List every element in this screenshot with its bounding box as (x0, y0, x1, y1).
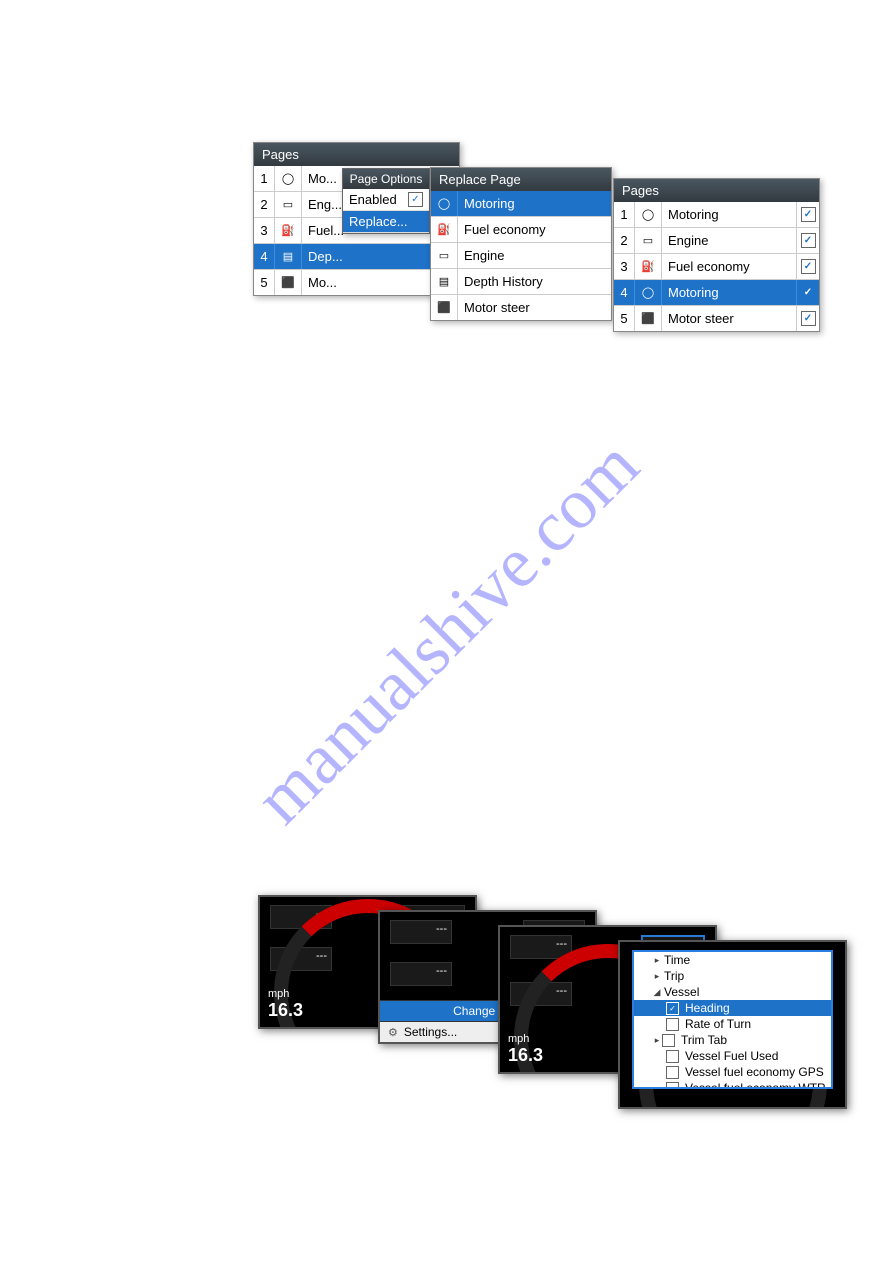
tree-node-trim-tab[interactable]: ▸ Trim Tab (634, 1032, 831, 1048)
row-label: Fuel economy (458, 222, 611, 237)
row-number: 3 (254, 218, 275, 243)
speed-readout: mph 16.3 (508, 1033, 543, 1066)
replace-row-motor-steer[interactable]: ⬛ Motor steer (431, 295, 611, 320)
row-label: Fuel economy (662, 259, 796, 274)
row-number: 1 (254, 166, 275, 191)
tree-leaf-vessel-fuel-economy-gps[interactable]: Vessel fuel economy GPS (634, 1064, 831, 1080)
data-placeholder: --- (436, 965, 447, 977)
engine-icon: ▭ (431, 243, 458, 268)
page-options-enabled[interactable]: Enabled ✓ (343, 189, 429, 211)
pages-panel-1-title: Pages (254, 143, 459, 166)
expand-icon[interactable]: ▸ (652, 971, 662, 982)
tree-checkbox[interactable] (666, 1082, 679, 1090)
steer-icon: ⬛ (635, 306, 662, 331)
gauge-icon: ◯ (635, 280, 662, 305)
row-number: 5 (614, 306, 635, 331)
row-label: Engine (458, 248, 611, 263)
tree-node-time[interactable]: ▸ Time (634, 952, 831, 968)
engine-icon: ▭ (275, 192, 302, 217)
tree-checkbox[interactable] (666, 1066, 679, 1079)
row-label: Motoring (458, 196, 611, 211)
gauge-icon: ◯ (275, 166, 302, 191)
row-number: 2 (614, 228, 635, 253)
tree-node-vessel[interactable]: ◢ Vessel (634, 984, 831, 1000)
engine-icon: ▭ (635, 228, 662, 253)
page-options-menu: Page Options Enabled ✓ Replace... (342, 168, 430, 234)
replace-label: Replace... (349, 214, 423, 229)
fuel-icon: ⛽ (635, 254, 662, 279)
pages-panel-2-title: Pages (614, 179, 819, 202)
pages1-row-5[interactable]: 5 ⬛ Mo... (254, 270, 459, 295)
replace-page-title: Replace Page (431, 168, 611, 191)
pages2-row-4[interactable]: 4 ◯ Motoring ✓ (614, 280, 819, 306)
depth-icon: ▤ (431, 269, 458, 294)
expand-icon[interactable]: ▸ (652, 1035, 662, 1046)
row-number: 1 (614, 202, 635, 227)
replace-row-motoring[interactable]: ◯ Motoring (431, 191, 611, 217)
tree-checkbox[interactable] (666, 1050, 679, 1063)
speed-readout: mph 16.3 (268, 988, 303, 1021)
row-label: Engine (662, 233, 796, 248)
tree-checkbox[interactable] (666, 1018, 679, 1031)
tree-checkbox[interactable]: ✓ (666, 1002, 679, 1015)
depth-icon: ▤ (275, 244, 302, 269)
tree-leaf-vessel-fuel-economy-wtr[interactable]: Vessel fuel economy WTR (634, 1080, 831, 1089)
enabled-checkbox[interactable]: ✓ (801, 233, 816, 248)
gauge-icon: ◯ (635, 202, 662, 227)
tree-leaf-rate-of-turn[interactable]: Rate of Turn (634, 1016, 831, 1032)
fuel-icon: ⛽ (431, 217, 458, 242)
pages2-row-3[interactable]: 3 ⛽ Fuel economy ✓ (614, 254, 819, 280)
enabled-checkbox[interactable]: ✓ (801, 285, 816, 300)
tree-checkbox[interactable] (662, 1034, 675, 1047)
row-number: 2 (254, 192, 275, 217)
row-label: Motor steer (458, 300, 611, 315)
tree-leaf-vessel-fuel-used[interactable]: Vessel Fuel Used (634, 1048, 831, 1064)
enabled-checkbox[interactable]: ✓ (801, 259, 816, 274)
gear-icon: ⚙ (388, 1026, 398, 1039)
fuel-icon: ⛽ (275, 218, 302, 243)
pages-panel-2: Pages 1 ◯ Motoring ✓ 2 ▭ Engine ✓ 3 ⛽ Fu… (613, 178, 820, 332)
page-options-replace[interactable]: Replace... (343, 211, 429, 233)
enabled-checkbox[interactable]: ✓ (801, 311, 816, 326)
row-number: 4 (254, 244, 275, 269)
data-placeholder: --- (556, 938, 567, 950)
tree-node-trip[interactable]: ▸ Trip (634, 968, 831, 984)
replace-row-engine[interactable]: ▭ Engine (431, 243, 611, 269)
enabled-checkbox[interactable]: ✓ (801, 207, 816, 222)
expand-icon[interactable]: ▸ (652, 955, 662, 966)
row-number: 4 (614, 280, 635, 305)
page-options-title: Page Options (343, 169, 429, 189)
row-label: Motor steer (662, 311, 796, 326)
row-number: 5 (254, 270, 275, 295)
data-placeholder: --- (436, 923, 447, 935)
data-source-tree: ▸ Time ▸ Trip ◢ Vessel ✓ Heading Rate of… (632, 950, 833, 1089)
replace-row-fuel-economy[interactable]: ⛽ Fuel economy (431, 217, 611, 243)
collapse-icon[interactable]: ◢ (652, 987, 662, 998)
replace-page-panel: Replace Page ◯ Motoring ⛽ Fuel economy ▭… (430, 167, 612, 321)
tree-leaf-heading[interactable]: ✓ Heading (634, 1000, 831, 1016)
row-label: Depth History (458, 274, 611, 289)
enabled-checkbox[interactable]: ✓ (408, 192, 423, 207)
row-label: Motoring (662, 285, 796, 300)
enabled-label: Enabled (349, 192, 408, 207)
watermark-text: manualshive.com (238, 423, 654, 839)
steer-icon: ⬛ (431, 295, 458, 320)
replace-row-depth-history[interactable]: ▤ Depth History (431, 269, 611, 295)
row-label: Motoring (662, 207, 796, 222)
pages2-row-2[interactable]: 2 ▭ Engine ✓ (614, 228, 819, 254)
pages2-row-5[interactable]: 5 ⬛ Motor steer ✓ (614, 306, 819, 331)
pages1-row-4[interactable]: 4 ▤ Dep... (254, 244, 459, 270)
steer-icon: ⬛ (275, 270, 302, 295)
gauge-icon: ◯ (431, 191, 458, 216)
row-number: 3 (614, 254, 635, 279)
pages2-row-1[interactable]: 1 ◯ Motoring ✓ (614, 202, 819, 228)
